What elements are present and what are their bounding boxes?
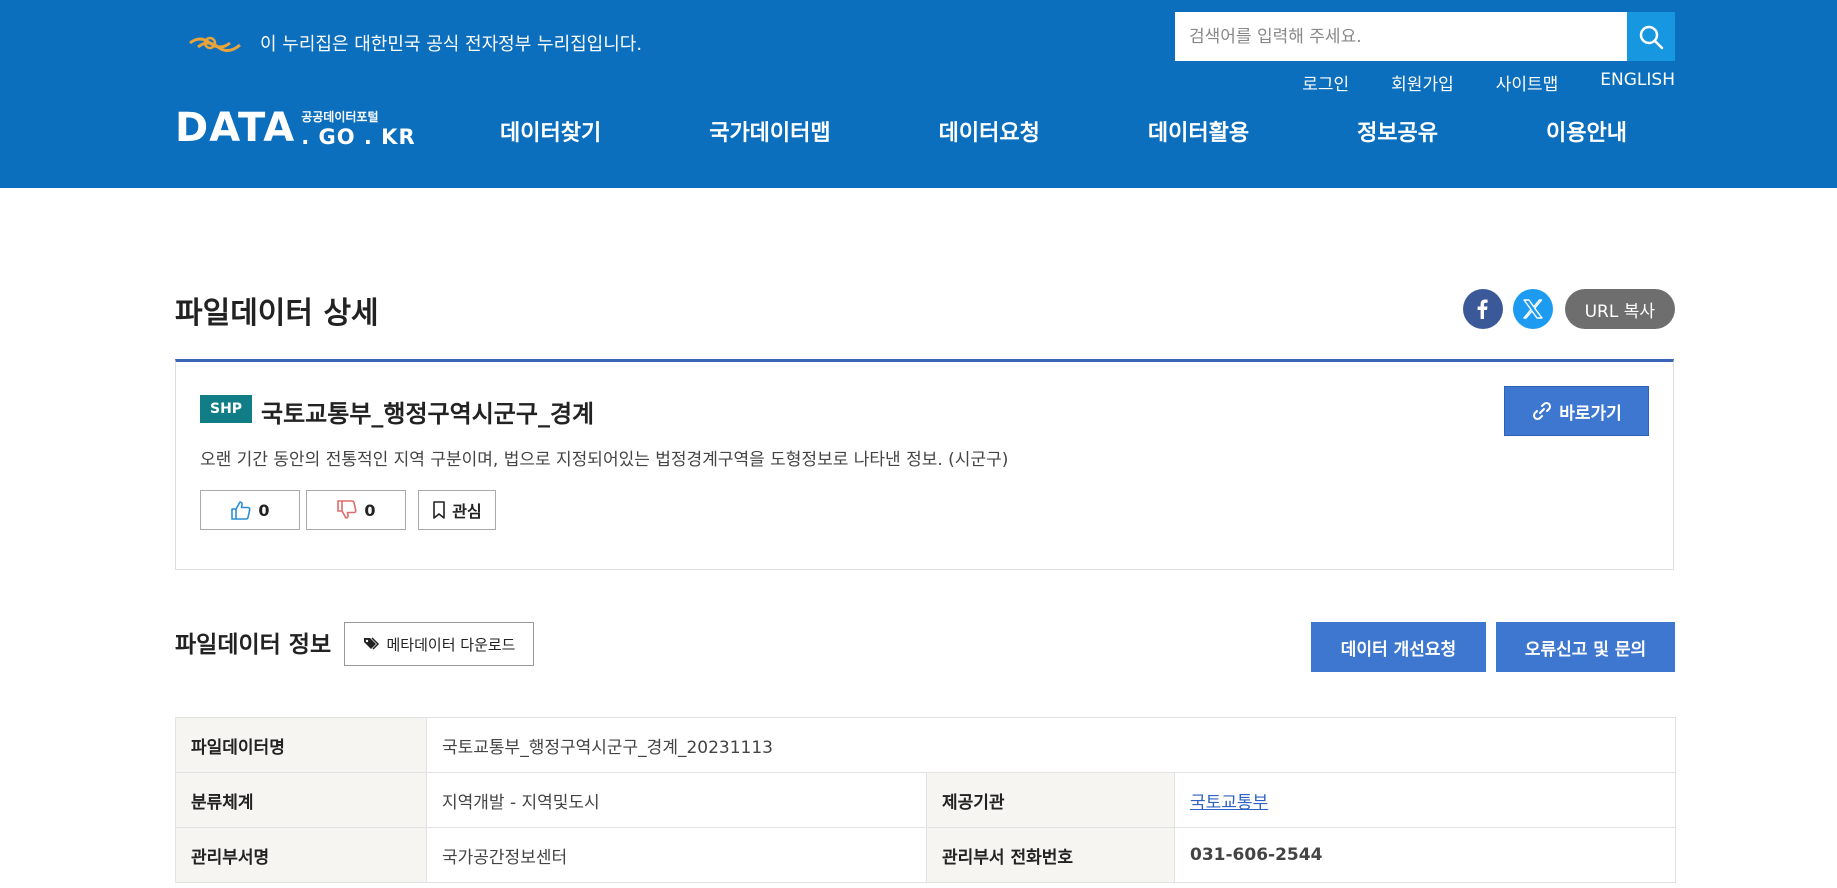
page-title: 파일데이터 상세 [175, 296, 379, 331]
site-logo[interactable]: DATA 공공데이터포털 . GO . KR [175, 108, 416, 148]
x-twitter-icon [1522, 299, 1543, 319]
dislike-count: 0 [364, 500, 376, 520]
file-name-label: 파일데이터명 [175, 717, 427, 773]
goto-label: 바로가기 [1559, 403, 1622, 424]
nav-data-request[interactable]: 데이터요청 [939, 115, 1040, 147]
dataset-summary-card: SHP 국토교통부_행정구역시군구_경계 바로가기 오랜 기간 동안의 전통적인… [175, 359, 1674, 570]
error-report-button[interactable]: 오류신고 및 문의 [1496, 622, 1675, 672]
category-value: 지역개발 - 지역및도시 [426, 772, 927, 828]
file-info-table: 파일데이터명 국토교통부_행정구역시군구_경계_20231113 분류체계 지역… [175, 717, 1677, 883]
english-link[interactable]: ENGLISH [1600, 70, 1675, 95]
metadata-download-button[interactable]: 메타데이터 다운로드 [344, 622, 534, 666]
category-label: 분류체계 [175, 772, 427, 828]
search-button[interactable] [1627, 12, 1675, 61]
nav-national-data-map[interactable]: 국가데이터맵 [709, 115, 830, 147]
sitemap-link[interactable]: 사이트맵 [1496, 70, 1559, 95]
dept-value: 국가공간정보센터 [426, 827, 927, 883]
nav-find-data[interactable]: 데이터찾기 [500, 115, 601, 147]
like-button[interactable]: 0 [200, 490, 300, 530]
nav-data-utilization[interactable]: 데이터활용 [1148, 115, 1249, 147]
format-badge: SHP [200, 395, 253, 423]
facebook-icon [1477, 299, 1488, 319]
table-row: 관리부서명 국가공간정보센터 관리부서 전화번호 031-606-2544 [175, 827, 1677, 883]
facebook-share-button[interactable] [1462, 289, 1503, 329]
thumbs-up-icon [231, 501, 251, 520]
metadata-download-label: 메타데이터 다운로드 [386, 635, 516, 654]
dataset-title: 국토교통부_행정구역시군구_경계 [261, 400, 595, 428]
x-share-button[interactable] [1512, 289, 1553, 329]
url-copy-button[interactable]: URL 복사 [1564, 289, 1675, 329]
logo-domain-text: . GO . KR [301, 125, 416, 149]
nav-info-sharing[interactable]: 정보공유 [1357, 115, 1438, 147]
provider-link[interactable]: 국토교통부 [1190, 793, 1268, 813]
goto-button[interactable]: 바로가기 [1504, 386, 1649, 436]
gov-banner: 이 누리집은 대한민국 공식 전자정부 누리집입니다. [188, 30, 642, 56]
tag-icon [363, 637, 379, 650]
link-icon [1533, 401, 1552, 421]
gov-emblem-icon [189, 36, 241, 52]
search-box [1175, 12, 1675, 61]
dept-label: 관리부서명 [175, 827, 427, 883]
utility-links: 로그인 회원가입 사이트맵 ENGLISH [1302, 70, 1675, 95]
dataset-description: 오랜 기간 동안의 전통적인 지역 구분이며, 법으로 지정되어있는 법정경계구… [200, 450, 1009, 470]
login-link[interactable]: 로그인 [1302, 70, 1349, 95]
bookmark-icon [433, 501, 446, 519]
logo-side: 공공데이터포털 . GO . KR [301, 111, 415, 148]
gov-banner-text: 이 누리집은 대한민국 공식 전자정부 누리집입니다. [260, 34, 643, 55]
share-bar: URL 복사 [1462, 289, 1675, 329]
main-nav: 데이터찾기 국가데이터맵 데이터요청 데이터활용 정보공유 이용안내 [500, 115, 1627, 147]
dislike-button[interactable]: 0 [306, 490, 406, 530]
phone-label: 관리부서 전화번호 [926, 827, 1175, 883]
site-header: 이 누리집은 대한민국 공식 전자정부 누리집입니다. 로그인 회원가입 사이트… [0, 0, 1837, 188]
signup-link[interactable]: 회원가입 [1391, 70, 1454, 95]
bookmark-label: 관심 [452, 502, 482, 521]
thumbs-down-icon [337, 500, 357, 519]
file-name-value: 국토교통부_행정구역시군구_경계_20231113 [425, 717, 1677, 773]
like-count: 0 [258, 500, 270, 520]
table-row: 파일데이터명 국토교통부_행정구역시군구_경계_20231113 [175, 717, 1677, 773]
provider-label: 제공기관 [926, 772, 1175, 828]
table-row: 분류체계 지역개발 - 지역및도시 제공기관 국토교통부 [175, 772, 1677, 828]
file-info-title: 파일데이터 정보 [175, 632, 332, 658]
logo-portal-text: 공공데이터포털 [301, 110, 379, 124]
provider-cell: 국토교통부 [1173, 772, 1677, 828]
bookmark-button[interactable]: 관심 [418, 490, 496, 530]
search-input[interactable] [1175, 12, 1627, 61]
logo-data-text: DATA [175, 105, 296, 151]
search-icon [1639, 25, 1664, 49]
phone-value: 031-606-2544 [1173, 827, 1677, 883]
reaction-buttons: 0 0 관심 [200, 490, 496, 530]
nav-guide[interactable]: 이용안내 [1546, 115, 1627, 147]
improvement-request-button[interactable]: 데이터 개선요청 [1311, 622, 1486, 672]
